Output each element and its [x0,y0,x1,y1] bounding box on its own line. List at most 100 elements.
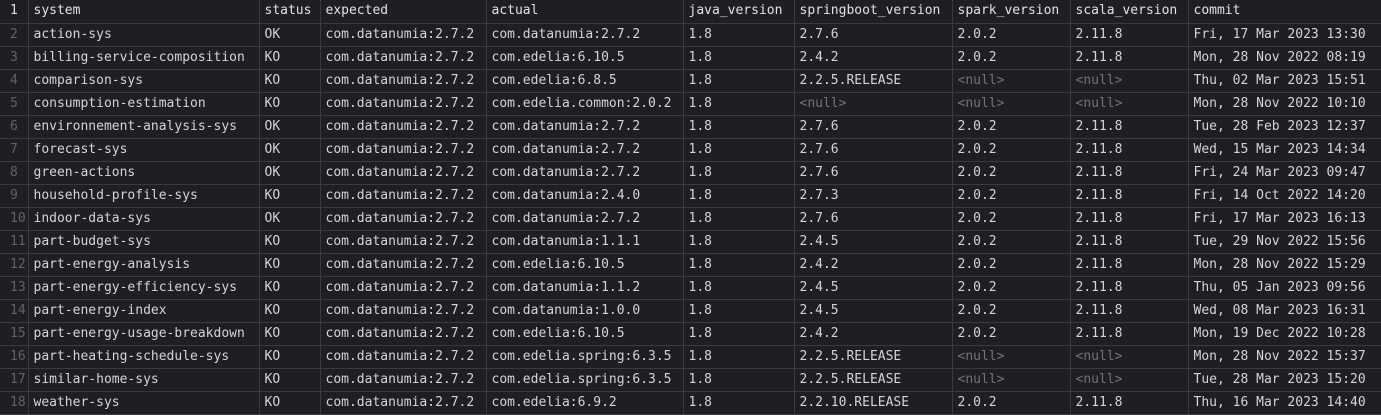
cell-expected[interactable]: com.datanumia:2.7.2 [320,69,487,93]
cell-expected[interactable]: com.datanumia:2.7.2 [320,276,487,300]
cell-expected[interactable]: com.datanumia:2.7.2 [320,184,487,208]
cell-springboot-version[interactable]: 2.2.5.RELEASE [794,69,953,93]
cell-java-version[interactable]: 1.8 [683,345,795,369]
cell-expected[interactable]: com.datanumia:2.7.2 [320,138,487,162]
cell-java-version[interactable]: 1.8 [683,253,795,277]
cell-scala-version[interactable]: 2.11.8 [1070,184,1189,208]
table-row[interactable]: 7 forecast-sys OK com.datanumia:2.7.2 com.da… [0,138,1381,162]
cell-system[interactable]: part-energy-usage-breakdown [28,322,260,346]
cell-system[interactable]: forecast-sys [28,138,260,162]
column-header-scala-version[interactable]: scala_version [1070,0,1189,24]
cell-springboot-version[interactable]: 2.4.2 [794,46,953,70]
cell-actual[interactable]: com.datanumia:2.7.2 [486,23,684,47]
cell-commit[interactable]: Fri, 14 Oct 2022 14:20 [1188,184,1381,208]
cell-system[interactable]: billing-service-composition [28,46,260,70]
cell-spark-version[interactable]: 2.0.2 [952,322,1071,346]
cell-java-version[interactable]: 1.8 [683,161,795,185]
cell-commit[interactable]: Thu, 16 Mar 2023 14:40 [1188,391,1381,415]
cell-spark-version[interactable]: 2.0.2 [952,23,1071,47]
table-row[interactable]: 16 part-heating-schedule-sys KO com.datanum… [0,345,1381,369]
cell-scala-version[interactable]: 2.11.8 [1070,276,1189,300]
cell-java-version[interactable]: 1.8 [683,230,795,254]
cell-springboot-version[interactable]: 2.7.6 [794,115,953,139]
cell-spark-version[interactable]: 2.0.2 [952,253,1071,277]
cell-expected[interactable]: com.datanumia:2.7.2 [320,299,487,323]
column-header-spark-version[interactable]: spark_version [952,0,1071,24]
cell-spark-version[interactable]: 2.0.2 [952,299,1071,323]
column-header-springboot-version[interactable]: springboot_version [794,0,953,24]
cell-expected[interactable]: com.datanumia:2.7.2 [320,115,487,139]
cell-commit[interactable]: Mon, 28 Nov 2022 15:37 [1188,345,1381,369]
column-header-commit[interactable]: commit [1188,0,1381,24]
cell-expected[interactable]: com.datanumia:2.7.2 [320,46,487,70]
cell-commit[interactable]: Tue, 28 Feb 2023 12:37 [1188,115,1381,139]
cell-actual[interactable]: com.edelia:6.8.5 [486,69,684,93]
table-row[interactable]: 6 environnement-analysis-sys OK com.datanum… [0,115,1381,139]
cell-commit[interactable]: Thu, 02 Mar 2023 15:51 [1188,69,1381,93]
cell-scala-version[interactable]: 2.11.8 [1070,207,1189,231]
cell-spark-version[interactable]: 2.0.2 [952,161,1071,185]
cell-commit[interactable]: Thu, 05 Jan 2023 09:56 [1188,276,1381,300]
cell-scala-version[interactable]: 2.11.8 [1070,46,1189,70]
column-header-actual[interactable]: actual [486,0,684,24]
table-row[interactable]: 8 green-actions OK com.datanumia:2.7.2 com.d… [0,161,1381,185]
cell-spark-version[interactable]: 2.0.2 [952,276,1071,300]
cell-commit[interactable]: Mon, 28 Nov 2022 08:19 [1188,46,1381,70]
cell-spark-version[interactable]: 2.0.2 [952,138,1071,162]
cell-status[interactable]: OK [259,161,321,185]
cell-commit[interactable]: Tue, 28 Mar 2023 15:20 [1188,368,1381,392]
cell-spark-version[interactable]: 2.0.2 [952,46,1071,70]
cell-status[interactable]: OK [259,138,321,162]
cell-java-version[interactable]: 1.8 [683,322,795,346]
cell-springboot-version[interactable]: 2.7.6 [794,23,953,47]
cell-commit[interactable]: Fri, 24 Mar 2023 09:47 [1188,161,1381,185]
cell-status[interactable]: KO [259,368,321,392]
cell-java-version[interactable]: 1.8 [683,46,795,70]
table-row[interactable]: 15 part-energy-usage-breakdown KO com.datan… [0,322,1381,346]
cell-status[interactable]: KO [259,184,321,208]
cell-java-version[interactable]: 1.8 [683,207,795,231]
cell-status[interactable]: KO [259,253,321,277]
cell-actual[interactable]: com.edelia:6.9.2 [486,391,684,415]
table-row[interactable]: 3 billing-service-composition KO com.datanu… [0,46,1381,70]
table-row[interactable]: 12 part-energy-analysis KO com.datanumia:2.… [0,253,1381,277]
cell-status[interactable]: KO [259,69,321,93]
cell-expected[interactable]: com.datanumia:2.7.2 [320,230,487,254]
cell-springboot-version[interactable]: 2.7.3 [794,184,953,208]
cell-status[interactable]: KO [259,92,321,116]
cell-system[interactable]: part-heating-schedule-sys [28,345,260,369]
cell-commit[interactable]: Tue, 29 Nov 2022 15:56 [1188,230,1381,254]
cell-system[interactable]: green-actions [28,161,260,185]
cell-system[interactable]: part-energy-analysis [28,253,260,277]
cell-actual[interactable]: com.edelia:6.10.5 [486,322,684,346]
table-row[interactable]: 4 comparison-sys KO com.datanumia:2.7.2 com.… [0,69,1381,93]
cell-status[interactable]: KO [259,46,321,70]
cell-springboot-version[interactable]: 2.7.6 [794,207,953,231]
cell-system[interactable]: indoor-data-sys [28,207,260,231]
cell-springboot-version[interactable]: 2.4.5 [794,230,953,254]
cell-scala-version[interactable]: 2.11.8 [1070,115,1189,139]
cell-java-version[interactable]: 1.8 [683,138,795,162]
cell-commit[interactable]: Mon, 28 Nov 2022 15:29 [1188,253,1381,277]
cell-actual[interactable]: com.edelia.common:2.0.2 [486,92,684,116]
cell-actual[interactable]: com.datanumia:2.7.2 [486,138,684,162]
cell-expected[interactable]: com.datanumia:2.7.2 [320,345,487,369]
cell-status[interactable]: OK [259,23,321,47]
cell-actual[interactable]: com.edelia:6.10.5 [486,253,684,277]
cell-scala-version[interactable]: 2.11.8 [1070,138,1189,162]
cell-java-version[interactable]: 1.8 [683,368,795,392]
cell-springboot-version[interactable]: 2.4.5 [794,299,953,323]
cell-actual[interactable]: com.datanumia:1.1.2 [486,276,684,300]
cell-expected[interactable]: com.datanumia:2.7.2 [320,92,487,116]
cell-system[interactable]: part-energy-index [28,299,260,323]
cell-java-version[interactable]: 1.8 [683,23,795,47]
cell-expected[interactable]: com.datanumia:2.7.2 [320,322,487,346]
cell-actual[interactable]: com.datanumia:2.4.0 [486,184,684,208]
cell-status[interactable]: KO [259,322,321,346]
table-row[interactable]: 5 consumption-estimation KO com.datanumia:2… [0,92,1381,116]
cell-springboot-version[interactable]: 2.4.2 [794,322,953,346]
cell-scala-version[interactable]: <null> [1070,92,1189,116]
cell-java-version[interactable]: 1.8 [683,92,795,116]
cell-system[interactable]: weather-sys [28,391,260,415]
cell-scala-version[interactable]: <null> [1070,345,1189,369]
